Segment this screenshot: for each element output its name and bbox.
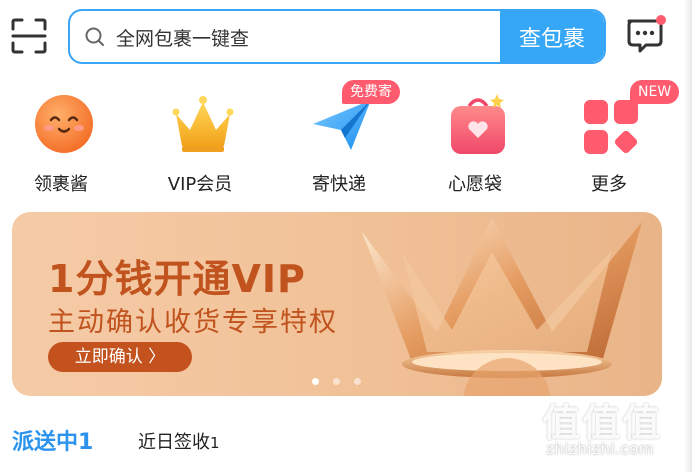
shortcut-vip[interactable]: VIP会员 bbox=[145, 88, 255, 198]
message-icon[interactable] bbox=[624, 15, 666, 55]
shortcut-label: VIP会员 bbox=[167, 174, 233, 195]
watermark-site: zhizhizhi.com bbox=[546, 440, 654, 458]
shortcut-label: 寄快递 bbox=[312, 174, 366, 195]
new-badge: NEW bbox=[630, 80, 680, 104]
crown-illustration bbox=[362, 218, 642, 396]
heart-bag-icon bbox=[451, 94, 505, 154]
shortcut-label: 心愿袋 bbox=[448, 174, 502, 195]
vip-promo-banner[interactable]: 1分钱开通VIP 主动确认收货专享特权 立即确认 〉 bbox=[12, 212, 662, 396]
shortcut-more[interactable]: 更多 bbox=[560, 88, 670, 198]
confirm-now-button[interactable]: 立即确认 〉 bbox=[48, 342, 192, 372]
search-icon bbox=[85, 27, 104, 46]
banner-subtitle: 主动确认收货专享特权 bbox=[48, 307, 338, 338]
tab-recently-signed[interactable]: 近日签收1 bbox=[138, 428, 220, 454]
shortcut-lingguojiang[interactable]: 领裹酱 bbox=[6, 88, 116, 198]
crown-icon bbox=[172, 96, 234, 152]
carousel-dot[interactable] bbox=[354, 378, 361, 385]
tab-label: 近日签收 bbox=[138, 432, 210, 453]
carousel-indicator bbox=[312, 378, 361, 385]
smiley-face-icon bbox=[35, 95, 93, 153]
shortcut-wish-bag[interactable]: 心愿袋 bbox=[420, 88, 530, 198]
scan-icon[interactable] bbox=[10, 17, 48, 55]
shortcut-label: 领裹酱 bbox=[34, 174, 88, 195]
search-button[interactable]: 查包裹 bbox=[500, 11, 604, 62]
shortcut-send-express[interactable]: 寄快递 bbox=[284, 88, 394, 198]
search-input[interactable]: 全网包裹一键查 bbox=[116, 24, 249, 51]
watermark: 值值值 zhizhizhi.com bbox=[540, 392, 690, 468]
free-send-badge: 免费寄 bbox=[342, 80, 400, 104]
tab-in-delivery[interactable]: 派送中1 bbox=[12, 424, 93, 456]
carousel-dot[interactable] bbox=[333, 378, 340, 385]
watermark-logo: 值值值 bbox=[542, 401, 663, 445]
carousel-dot[interactable] bbox=[312, 378, 319, 385]
tab-count: 1 bbox=[78, 430, 94, 455]
tab-count: 1 bbox=[210, 434, 220, 452]
shortcut-label: 更多 bbox=[591, 174, 627, 195]
search-bar[interactable]: 全网包裹一键查 查包裹 bbox=[68, 9, 606, 64]
banner-title: 1分钱开通VIP bbox=[48, 257, 306, 301]
tab-label: 派送中 bbox=[12, 430, 79, 455]
